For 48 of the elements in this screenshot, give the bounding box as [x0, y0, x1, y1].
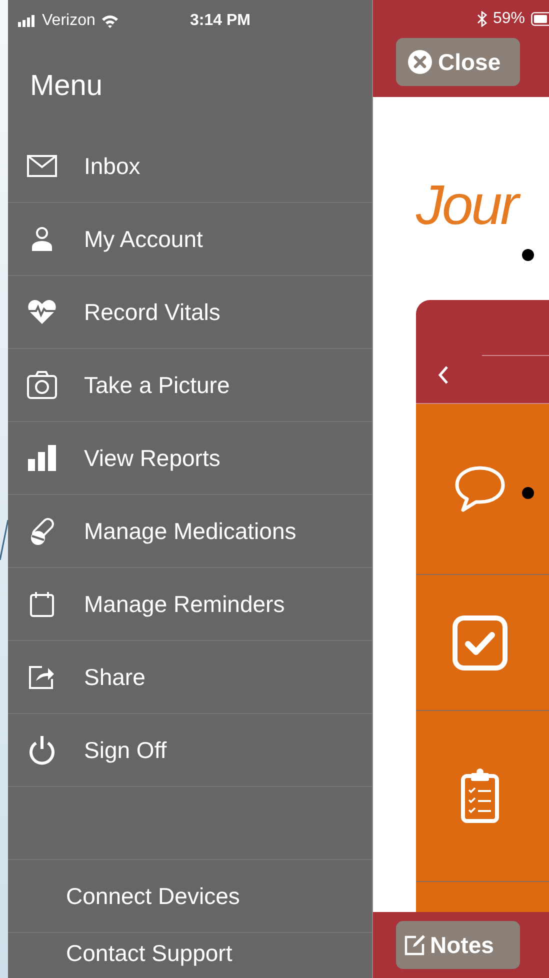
clock-time: 3:14 PM: [190, 12, 250, 30]
close-button[interactable]: Close: [396, 38, 520, 86]
power-icon: [28, 735, 56, 765]
card-row[interactable]: [416, 575, 549, 711]
menu-item-label: Manage Medications: [84, 518, 296, 544]
clipboard-icon: [460, 768, 500, 824]
menu-item[interactable]: Record Vitals: [8, 275, 372, 348]
menu-item-label: My Account: [84, 226, 203, 252]
carrier-name: Verizon: [42, 12, 96, 30]
notes-button[interactable]: Notes: [396, 921, 520, 969]
menu-item-label: Inbox: [84, 152, 140, 180]
edit-icon: [404, 934, 426, 956]
back-chevron-icon[interactable]: [437, 365, 449, 385]
menu-item-label: Manage Reminders: [84, 590, 285, 618]
menu-item[interactable]: Manage Reminders: [8, 567, 372, 640]
calendar-icon: [30, 591, 54, 617]
signal-icon: [18, 15, 36, 27]
bluetooth-icon: [477, 11, 487, 27]
person-icon: [30, 226, 54, 252]
share-icon: [28, 664, 56, 690]
card-row[interactable]: [416, 404, 549, 575]
bullet-icon: [522, 249, 534, 261]
menu-item[interactable]: Sign Off: [8, 713, 372, 786]
close-icon: [408, 50, 432, 74]
menu-item-label: Sign Off: [84, 736, 167, 764]
menu-item-label: Take a Picture: [84, 372, 230, 398]
menu-item[interactable]: Take a Picture: [8, 348, 372, 421]
menu-item-label: Record Vitals: [84, 298, 220, 326]
bullet-icon: [522, 487, 534, 499]
menu-item[interactable]: View Reports: [8, 421, 372, 494]
envelope-icon: [27, 155, 57, 177]
camera-icon: [27, 371, 57, 399]
menu-item[interactable]: My Account: [8, 202, 372, 275]
menu-item-label: Share: [84, 664, 146, 690]
menu-item[interactable]: Manage Medications: [8, 494, 372, 567]
menu-item[interactable]: Contact Support: [8, 932, 372, 976]
battery-percent: 59%: [493, 10, 526, 28]
menu-title: Menu: [29, 69, 104, 104]
menu-item[interactable]: Inbox: [8, 130, 372, 202]
menu-item[interactable]: Connect Devices: [8, 859, 372, 932]
checkbox-icon: [452, 614, 508, 670]
bar-chart-icon: [27, 445, 57, 471]
logo-text: Jour: [416, 175, 549, 235]
wifi-icon: [101, 14, 120, 28]
card-row[interactable]: [416, 711, 549, 882]
menu-item-label: View Reports: [84, 444, 220, 472]
menu-item[interactable]: Share: [8, 640, 372, 713]
heart-pulse-icon: [27, 299, 57, 325]
